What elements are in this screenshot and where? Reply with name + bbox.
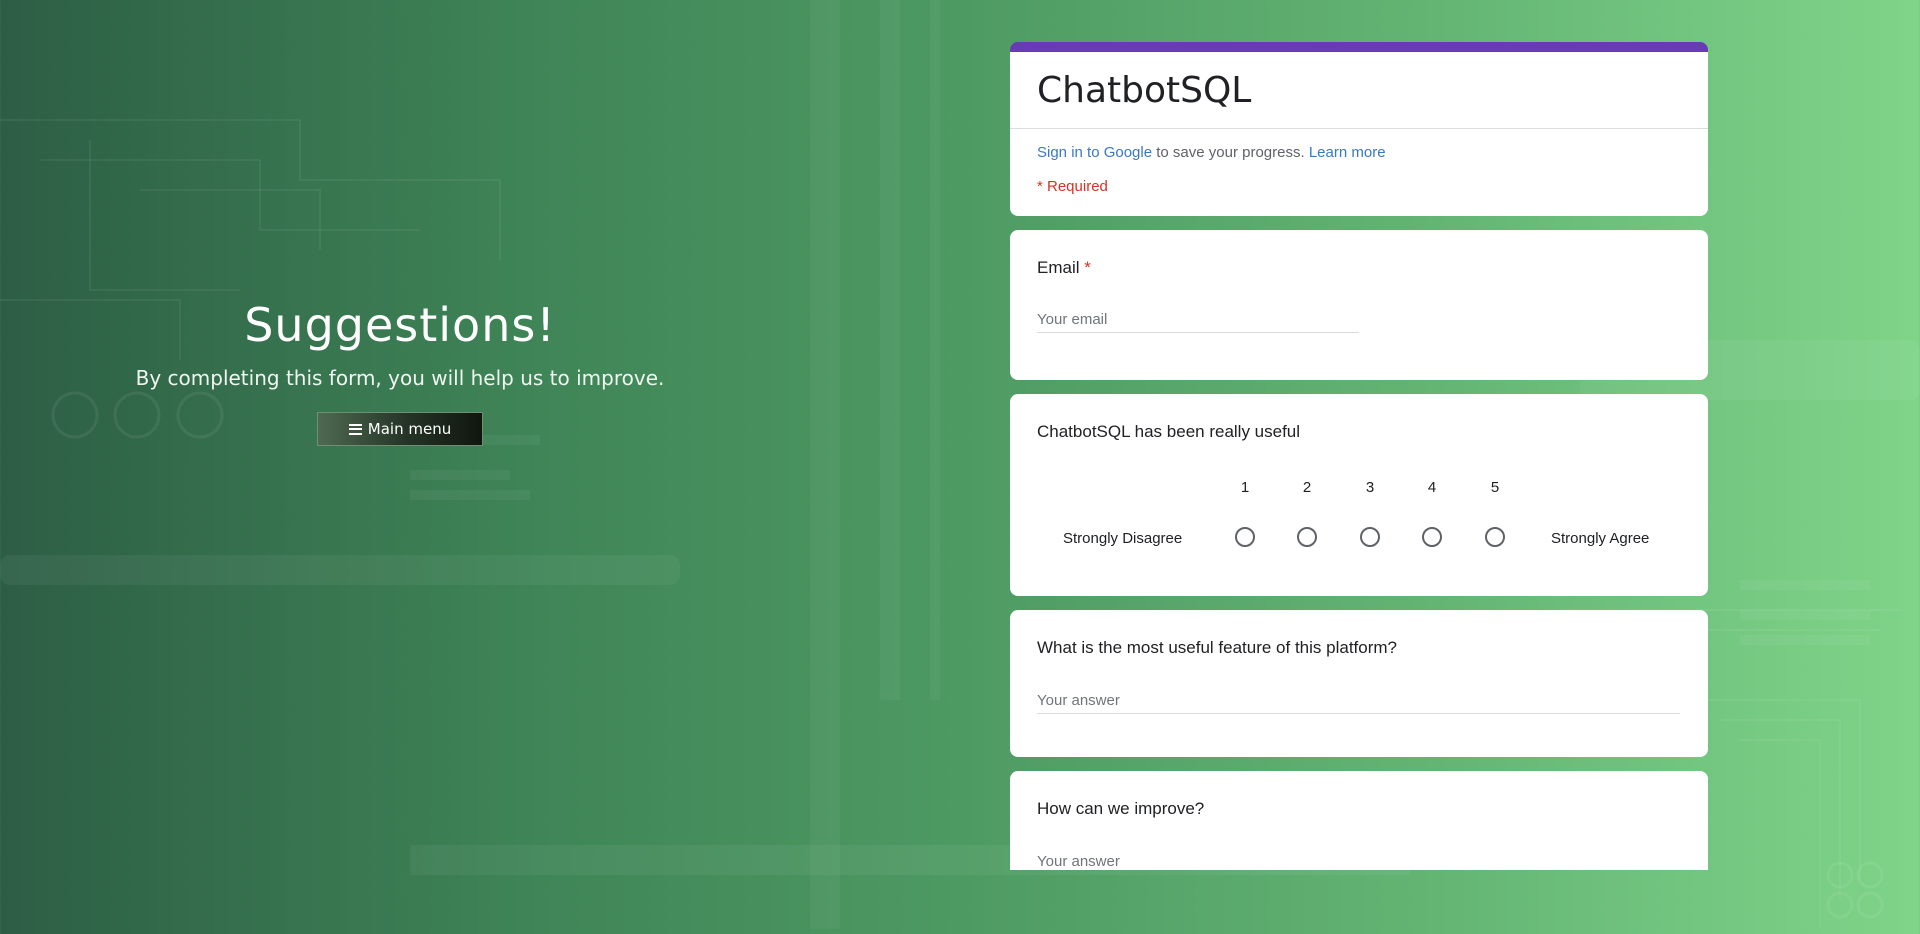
radio-option-3[interactable] bbox=[1360, 527, 1380, 547]
improve-answer-field[interactable] bbox=[1037, 853, 1680, 870]
rating-question-title: ChatbotSQL has been really useful bbox=[1037, 422, 1301, 441]
form-title: ChatbotSQL bbox=[1037, 70, 1252, 111]
scale-min-label: Strongly Disagree bbox=[1063, 530, 1183, 547]
linear-scale: Strongly Disagree Strongly Agree bbox=[1010, 524, 1708, 554]
signin-text: to save your progress. bbox=[1152, 144, 1309, 161]
feature-answer-field[interactable] bbox=[1037, 692, 1680, 714]
radio-option-2[interactable] bbox=[1297, 527, 1317, 547]
rating-question-card: ChatbotSQL has been really useful 1 2 3 … bbox=[1010, 394, 1708, 596]
email-question-title: Email * bbox=[1037, 258, 1681, 278]
scale-number: 4 bbox=[1427, 479, 1437, 496]
google-form: ChatbotSQL Sign in to Google to save you… bbox=[1010, 42, 1708, 870]
scale-number: 5 bbox=[1490, 479, 1500, 496]
radio-option-4[interactable] bbox=[1422, 527, 1442, 547]
scale-number: 3 bbox=[1365, 479, 1375, 496]
radio-option-1[interactable] bbox=[1235, 527, 1255, 547]
signin-notice: Sign in to Google to save your progress.… bbox=[1010, 129, 1708, 161]
scale-max-label: Strongly Agree bbox=[1551, 530, 1650, 547]
form-header-card: ChatbotSQL Sign in to Google to save you… bbox=[1010, 42, 1708, 216]
hero-panel: Suggestions! By completing this form, yo… bbox=[0, 0, 800, 929]
signin-link[interactable]: Sign in to Google bbox=[1037, 144, 1152, 161]
email-field[interactable] bbox=[1037, 311, 1359, 333]
learn-more-link[interactable]: Learn more bbox=[1309, 144, 1386, 161]
required-asterisk: * bbox=[1084, 258, 1091, 277]
hero-subtitle: By completing this form, you will help u… bbox=[135, 366, 665, 390]
scale-number: 1 bbox=[1240, 479, 1250, 496]
scale-number: 2 bbox=[1302, 479, 1312, 496]
main-menu-label: Main menu bbox=[367, 420, 452, 438]
radio-option-5[interactable] bbox=[1485, 527, 1505, 547]
hamburger-icon bbox=[348, 423, 362, 435]
feature-question-card: What is the most useful feature of this … bbox=[1010, 610, 1708, 757]
email-label: Email bbox=[1037, 258, 1080, 277]
hero-title: Suggestions! bbox=[244, 298, 556, 352]
required-note: * Required bbox=[1037, 178, 1108, 195]
email-question-card: Email * bbox=[1010, 230, 1708, 380]
improve-question-title: How can we improve? bbox=[1037, 799, 1205, 818]
feature-question-title: What is the most useful feature of this … bbox=[1037, 638, 1397, 657]
main-menu-button[interactable]: Main menu bbox=[317, 412, 483, 446]
improve-question-card: How can we improve? bbox=[1010, 771, 1708, 870]
